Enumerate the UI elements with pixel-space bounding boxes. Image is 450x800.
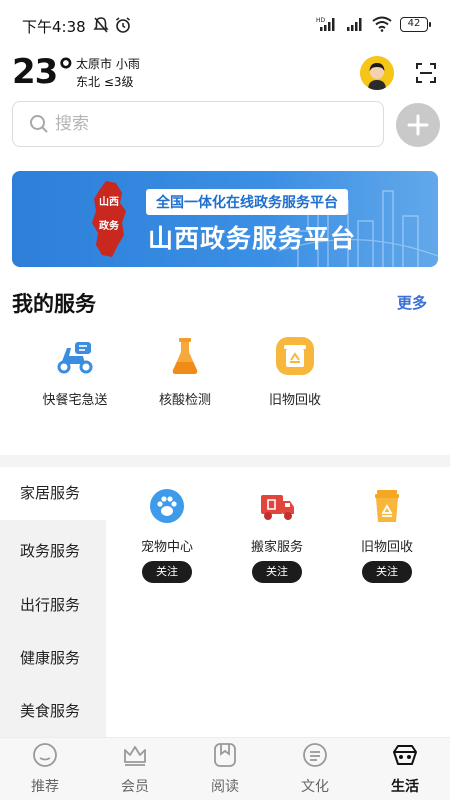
wind-level: ≤3级 (103, 75, 134, 89)
search-icon (30, 115, 48, 133)
temperature[interactable]: 23° (12, 52, 74, 92)
crown-icon (124, 746, 146, 766)
nav-label: 会员 (121, 779, 149, 795)
category-item-home[interactable]: 家居服务 (0, 467, 106, 520)
add-button[interactable] (396, 103, 440, 147)
service-label: 核酸检测 (158, 393, 211, 408)
wind-direction: 东北 (76, 75, 101, 89)
category-sidebar: 家居服务 政务服务 出行服务 健康服务 美食服务 (0, 467, 106, 737)
search-input[interactable] (55, 114, 355, 134)
category-card-recycle[interactable]: 旧物回收 关注 (332, 488, 442, 583)
paw-icon (150, 489, 184, 523)
service-label: 旧物回收 (268, 393, 321, 408)
card-label: 旧物回收 (360, 540, 413, 555)
nav-member[interactable]: 会员 (90, 742, 180, 796)
nav-recommend[interactable]: 推荐 (0, 742, 90, 796)
nav-label: 阅读 (211, 779, 239, 795)
nav-label: 文化 (301, 779, 329, 795)
avatar[interactable] (360, 56, 394, 90)
battery-indicator: 42 (400, 16, 431, 32)
svg-text:HD: HD (316, 17, 326, 24)
category-card-moving[interactable]: 搬家服务 关注 (222, 488, 332, 583)
culture-icon (303, 743, 327, 767)
service-delivery[interactable]: 快餐宅急送 (25, 336, 125, 408)
status-icons-left (92, 16, 132, 34)
svg-text:山西: 山西 (99, 195, 119, 208)
nav-label: 推荐 (31, 779, 59, 795)
signal-icon: HD (316, 17, 335, 31)
category-item-health[interactable]: 健康服务 (0, 632, 106, 685)
alarm-icon (116, 17, 130, 33)
nav-culture[interactable]: 文化 (270, 742, 360, 796)
category-item-food[interactable]: 美食服务 (0, 685, 106, 738)
weather-condition: 小雨 (115, 57, 140, 71)
search-box[interactable] (12, 101, 384, 147)
svg-text:政务: 政务 (99, 219, 120, 232)
category-item-government[interactable]: 政务服务 (0, 525, 106, 578)
card-label: 宠物中心 (140, 540, 193, 555)
user-avatar-icon (360, 56, 394, 90)
status-time: 下午4:38 (22, 18, 86, 36)
shanxi-map-icon: 山西 政务 (92, 181, 126, 257)
more-link[interactable]: 更多 (397, 292, 427, 313)
banner-tagline: 全国一体化在线政务服务平台 (146, 189, 348, 215)
nav-label: 生活 (391, 779, 419, 795)
nav-reading[interactable]: 阅读 (180, 742, 270, 796)
recycle-icon (276, 337, 314, 375)
category-item-travel[interactable]: 出行服务 (0, 579, 106, 632)
book-icon (214, 743, 236, 767)
delivery-scooter-icon (57, 342, 93, 374)
my-services-title: 我的服务 (12, 292, 96, 316)
card-label: 搬家服务 (250, 540, 303, 555)
section-divider (0, 455, 450, 467)
plus-icon (407, 114, 429, 136)
service-label: 快餐宅急送 (42, 393, 108, 408)
city-name: 太原市 (76, 57, 113, 71)
gov-service-banner[interactable]: 山西 政务 全国一体化在线政务服务平台 山西政务服务平台 (12, 171, 438, 267)
mute-icon (93, 17, 109, 33)
life-icon (393, 745, 417, 765)
category-card-pet[interactable]: 宠物中心 关注 (112, 488, 222, 583)
bottom-nav: 推荐 会员 阅读 文化 生活 (0, 737, 450, 800)
follow-button[interactable]: 关注 (362, 561, 412, 583)
recycle-bin-icon (375, 490, 399, 522)
moving-truck-icon (261, 495, 294, 520)
signal-icon-2 (347, 18, 362, 31)
wifi-icon (372, 16, 392, 32)
test-tube-icon (172, 338, 198, 374)
status-icons-right: HD 42 (316, 16, 431, 32)
follow-button[interactable]: 关注 (142, 561, 192, 583)
service-recycle[interactable]: 旧物回收 (245, 336, 345, 408)
recommend-icon (33, 743, 57, 767)
nav-life[interactable]: 生活 (360, 742, 450, 796)
banner-title: 山西政务服务平台 (148, 224, 357, 253)
follow-button[interactable]: 关注 (252, 561, 302, 583)
status-bar: 下午4:38 HD 42 (0, 0, 450, 50)
service-nucleic-test[interactable]: 核酸检测 (135, 336, 235, 408)
weather-info[interactable]: 太原市 小雨 东北 ≤3级 (76, 55, 140, 91)
scan-button[interactable] (414, 61, 438, 85)
scan-icon (416, 63, 436, 83)
